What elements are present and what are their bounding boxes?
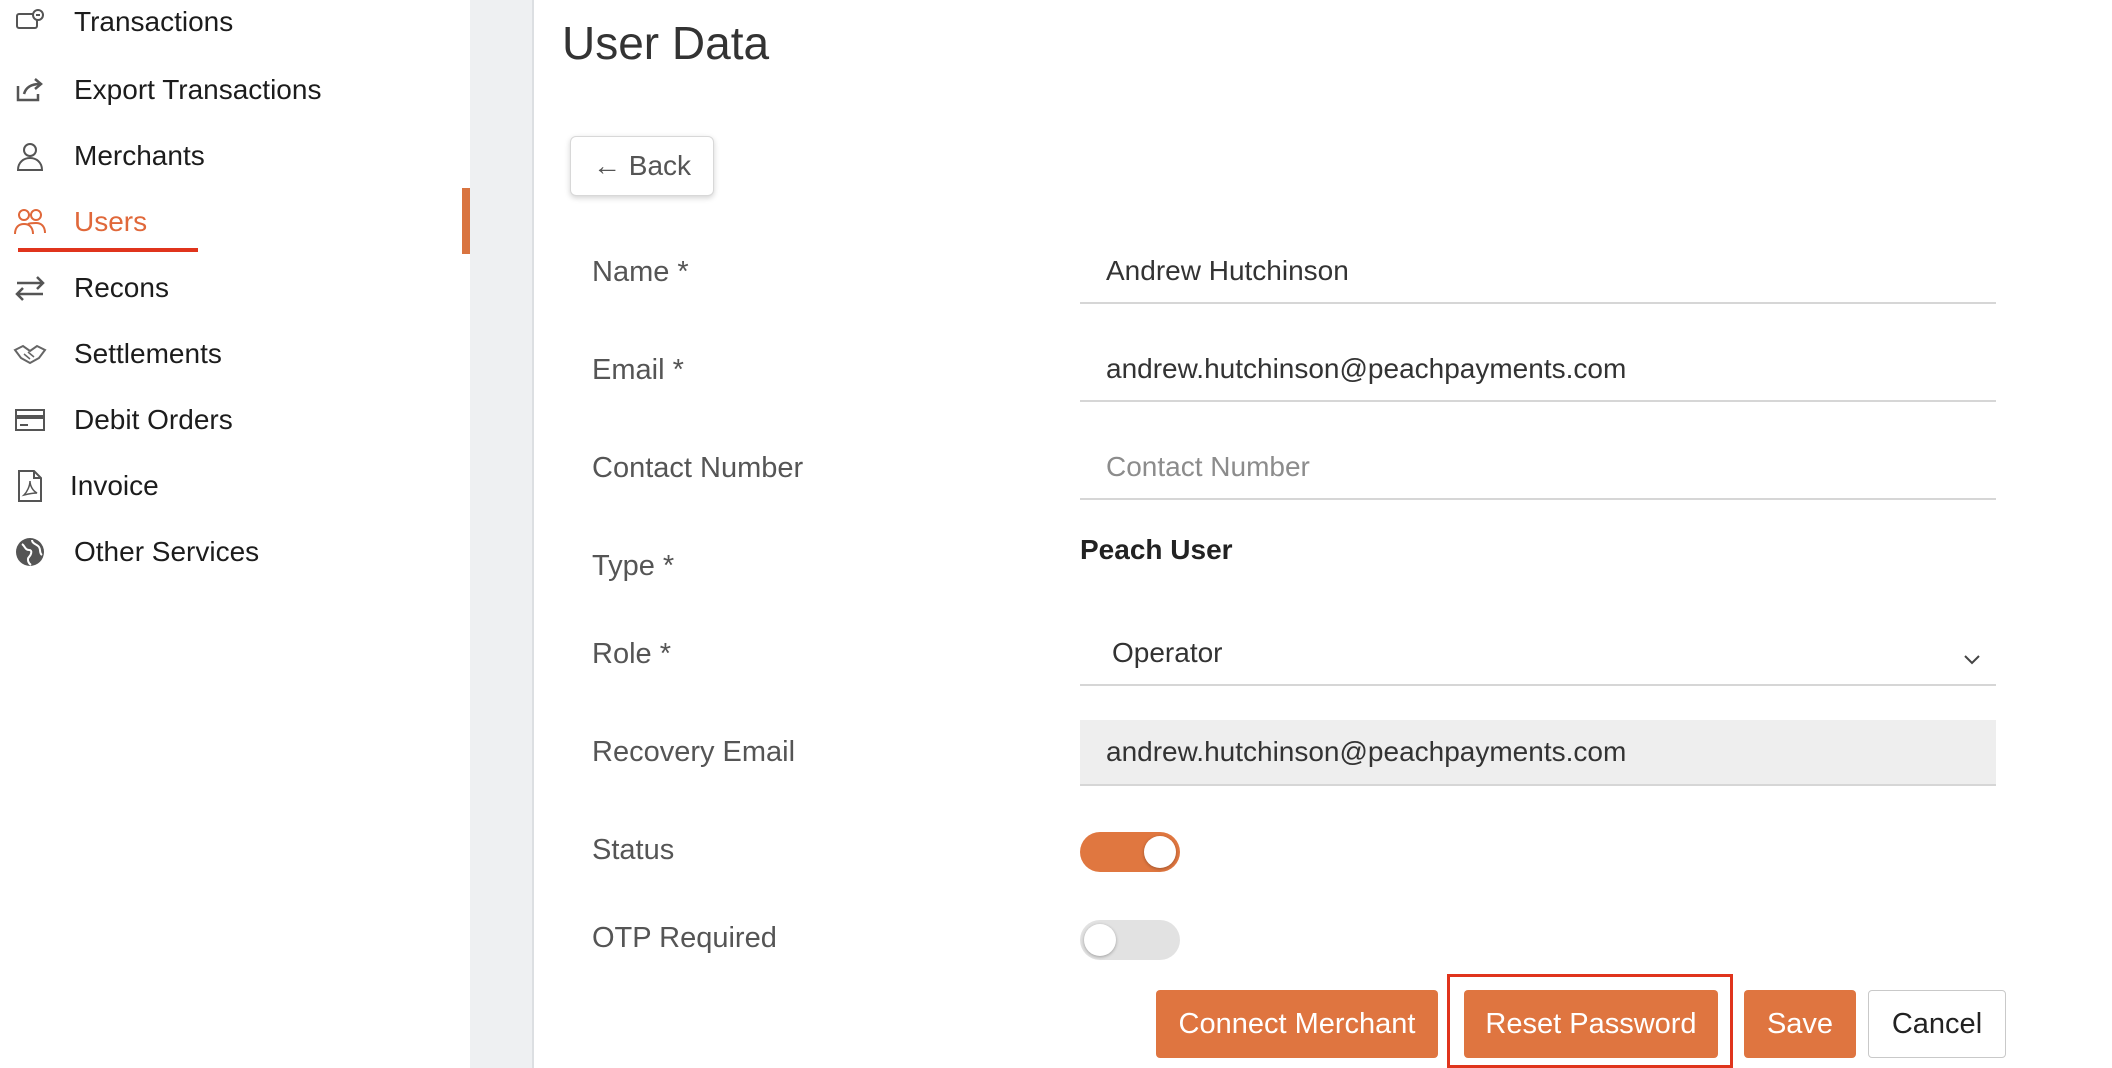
name-label: Name * [592,256,689,288]
status-label: Status [592,834,675,866]
cancel-button[interactable]: Cancel [1868,990,2006,1058]
role-select[interactable]: Operator [1080,622,1996,686]
main-content: User Data ← Back Name * Email * Contact … [534,0,2112,1068]
type-value: Peach User [1080,534,1233,565]
name-field[interactable] [1080,240,1996,304]
email-input[interactable] [1104,352,1996,386]
page-title: User Data [562,17,770,69]
card-icon [12,402,48,438]
name-input[interactable] [1104,254,1996,288]
contact-number-field[interactable] [1080,436,1996,500]
recovery-email-label: Recovery Email [592,736,796,768]
toggle-knob [1084,924,1116,956]
sidebar-item-label: Settlements [74,338,222,369]
active-item-underline [18,248,198,252]
reset-password-button[interactable]: Reset Password [1464,990,1718,1058]
sidebar-item-label: Invoice [70,470,159,501]
back-button[interactable]: ← Back [570,136,714,196]
otp-required-toggle[interactable] [1080,920,1180,960]
otp-required-label: OTP Required [592,922,777,954]
sidebar-item-label: Export Transactions [74,74,322,105]
merchant-icon [12,138,48,174]
pdf-icon [12,468,48,504]
sidebar-item-invoice[interactable]: Invoice [0,458,470,514]
sidebar-item-merchants[interactable]: Merchants [0,128,470,184]
sidebar-item-label: Recons [74,272,169,303]
chevron-down-icon [1962,644,1982,665]
toggle-knob [1144,836,1176,868]
sidebar-item-settlements[interactable]: Settlements [0,326,470,382]
contact-number-label: Contact Number [592,452,804,484]
sidebar-item-label: Users [74,206,148,237]
sidebar-item-label: Debit Orders [74,404,233,435]
role-selected-value: Operator [1112,637,1223,668]
sidebar-item-label: Merchants [74,140,205,171]
email-field[interactable] [1080,338,1996,402]
sidebar-item-users[interactable]: Users [0,194,470,250]
arrows-swap-icon [12,270,48,306]
transactions-icon [12,4,48,40]
recovery-email-input [1104,735,1996,769]
sidebar-item-other-services[interactable]: Other Services [0,524,470,580]
recovery-email-field [1080,720,1996,786]
role-label: Role * [592,638,671,670]
sidebar: Transactions Export Transactions Merchan… [0,0,470,1068]
content-gutter [470,0,534,1068]
users-icon [12,204,48,240]
active-item-marker [462,188,470,254]
globe-icon [12,534,48,570]
sidebar-item-transactions[interactable]: Transactions [0,0,470,50]
contact-number-input[interactable] [1104,450,1996,484]
type-label: Type * [592,550,675,582]
connect-merchant-button[interactable]: Connect Merchant [1156,990,1438,1058]
sidebar-item-recons[interactable]: Recons [0,260,470,316]
sidebar-item-export-transactions[interactable]: Export Transactions [0,62,470,118]
email-label: Email * [592,354,684,386]
status-toggle[interactable] [1080,832,1180,872]
sidebar-item-label: Transactions [74,6,234,37]
save-button[interactable]: Save [1744,990,1856,1058]
sidebar-item-label: Other Services [74,536,260,567]
handshake-icon [12,336,48,372]
sidebar-item-debit-orders[interactable]: Debit Orders [0,392,470,448]
export-icon [12,72,48,108]
